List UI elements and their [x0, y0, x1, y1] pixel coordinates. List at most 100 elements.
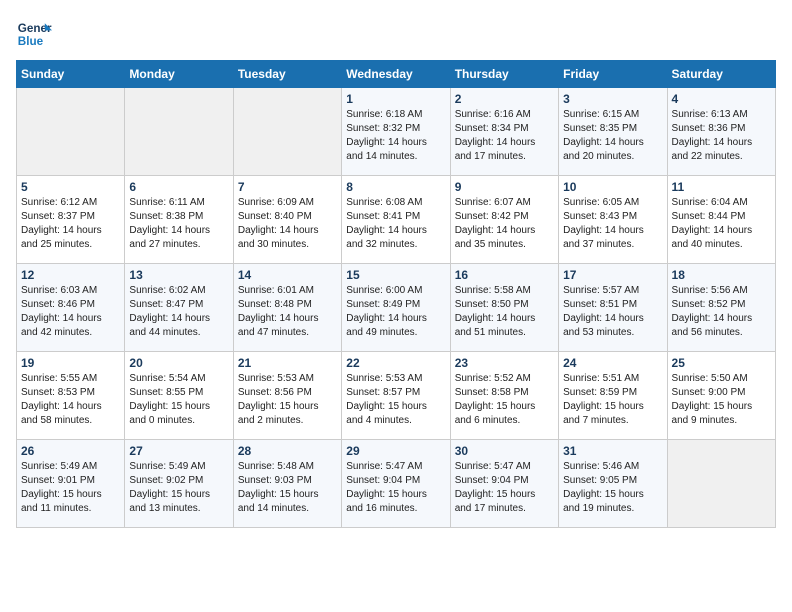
day-number: 4 [672, 92, 771, 106]
calendar-cell: 20 Sunrise: 5:54 AM Sunset: 8:55 PM Dayli… [125, 352, 233, 440]
calendar-cell: 23 Sunrise: 5:52 AM Sunset: 8:58 PM Dayli… [450, 352, 558, 440]
day-number: 14 [238, 268, 337, 282]
calendar-week-2: 5 Sunrise: 6:12 AM Sunset: 8:37 PM Daylig… [17, 176, 776, 264]
day-number: 31 [563, 444, 662, 458]
calendar-cell: 17 Sunrise: 5:57 AM Sunset: 8:51 PM Dayli… [559, 264, 667, 352]
calendar-cell: 11 Sunrise: 6:04 AM Sunset: 8:44 PM Dayli… [667, 176, 775, 264]
calendar-cell: 14 Sunrise: 6:01 AM Sunset: 8:48 PM Dayli… [233, 264, 341, 352]
calendar-cell: 10 Sunrise: 6:05 AM Sunset: 8:43 PM Dayli… [559, 176, 667, 264]
day-info: Sunrise: 5:53 AM Sunset: 8:57 PM Dayligh… [346, 372, 445, 428]
day-info: Sunrise: 6:16 AM Sunset: 8:34 PM Dayligh… [455, 108, 554, 164]
day-info: Sunrise: 6:03 AM Sunset: 8:46 PM Dayligh… [21, 284, 120, 340]
svg-text:Blue: Blue [18, 35, 44, 48]
calendar-cell: 24Sunrise: 5:51 AM Sunset: 8:59 PM Dayli… [559, 352, 667, 440]
day-info: Sunrise: 6:01 AM Sunset: 8:48 PM Dayligh… [238, 284, 337, 340]
day-info: Sunrise: 5:58 AM Sunset: 8:50 PM Dayligh… [455, 284, 554, 340]
calendar-cell: 8 Sunrise: 6:08 AM Sunset: 8:41 PM Daylig… [342, 176, 450, 264]
day-number: 19 [21, 356, 120, 370]
calendar-cell: 25Sunrise: 5:50 AM Sunset: 9:00 PM Dayli… [667, 352, 775, 440]
day-number: 13 [129, 268, 228, 282]
logo-icon: General Blue [16, 16, 52, 52]
day-number: 24 [563, 356, 662, 370]
day-info: Sunrise: 5:56 AM Sunset: 8:52 PM Dayligh… [672, 284, 771, 340]
day-number: 22 [346, 356, 445, 370]
day-info: Sunrise: 6:00 AM Sunset: 8:49 PM Dayligh… [346, 284, 445, 340]
day-info: Sunrise: 6:04 AM Sunset: 8:44 PM Dayligh… [672, 196, 771, 252]
day-info: Sunrise: 5:46 AM Sunset: 9:05 PM Dayligh… [563, 460, 662, 516]
calendar-cell: 3 Sunrise: 6:15 AM Sunset: 8:35 PM Daylig… [559, 88, 667, 176]
calendar-cell: 22 Sunrise: 5:53 AM Sunset: 8:57 PM Dayli… [342, 352, 450, 440]
day-info: Sunrise: 6:15 AM Sunset: 8:35 PM Dayligh… [563, 108, 662, 164]
day-number: 17 [563, 268, 662, 282]
day-number: 11 [672, 180, 771, 194]
day-number: 8 [346, 180, 445, 194]
calendar-cell: 5 Sunrise: 6:12 AM Sunset: 8:37 PM Daylig… [17, 176, 125, 264]
calendar-cell: 21 Sunrise: 5:53 AM Sunset: 8:56 PM Dayli… [233, 352, 341, 440]
day-number: 2 [455, 92, 554, 106]
day-number: 18 [672, 268, 771, 282]
day-number: 20 [129, 356, 228, 370]
day-info: Sunrise: 6:05 AM Sunset: 8:43 PM Dayligh… [563, 196, 662, 252]
calendar-cell: 12Sunrise: 6:03 AM Sunset: 8:46 PM Dayli… [17, 264, 125, 352]
day-number: 29 [346, 444, 445, 458]
day-info: Sunrise: 6:08 AM Sunset: 8:41 PM Dayligh… [346, 196, 445, 252]
day-number: 3 [563, 92, 662, 106]
weekday-header-sunday: Sunday [17, 61, 125, 88]
weekday-header-friday: Friday [559, 61, 667, 88]
calendar-cell [125, 88, 233, 176]
day-number: 16 [455, 268, 554, 282]
day-number: 5 [21, 180, 120, 194]
day-info: Sunrise: 6:02 AM Sunset: 8:47 PM Dayligh… [129, 284, 228, 340]
day-number: 6 [129, 180, 228, 194]
calendar-cell: 19 Sunrise: 5:55 AM Sunset: 8:53 PM Dayli… [17, 352, 125, 440]
day-number: 23 [455, 356, 554, 370]
calendar-cell: 18 Sunrise: 5:56 AM Sunset: 8:52 PM Dayli… [667, 264, 775, 352]
day-info: Sunrise: 5:55 AM Sunset: 8:53 PM Dayligh… [21, 372, 120, 428]
day-info: Sunrise: 5:52 AM Sunset: 8:58 PM Dayligh… [455, 372, 554, 428]
day-info: Sunrise: 6:07 AM Sunset: 8:42 PM Dayligh… [455, 196, 554, 252]
calendar-header: SundayMondayTuesdayWednesdayThursdayFrid… [17, 61, 776, 88]
calendar-cell: 15Sunrise: 6:00 AM Sunset: 8:49 PM Dayli… [342, 264, 450, 352]
day-info: Sunrise: 5:47 AM Sunset: 9:04 PM Dayligh… [455, 460, 554, 516]
day-number: 21 [238, 356, 337, 370]
calendar-table: SundayMondayTuesdayWednesdayThursdayFrid… [16, 60, 776, 528]
day-number: 30 [455, 444, 554, 458]
calendar-week-5: 26Sunrise: 5:49 AM Sunset: 9:01 PM Dayli… [17, 440, 776, 528]
day-info: Sunrise: 5:54 AM Sunset: 8:55 PM Dayligh… [129, 372, 228, 428]
calendar-cell [17, 88, 125, 176]
calendar-week-4: 19 Sunrise: 5:55 AM Sunset: 8:53 PM Dayli… [17, 352, 776, 440]
day-info: Sunrise: 5:48 AM Sunset: 9:03 PM Dayligh… [238, 460, 337, 516]
calendar-cell [667, 440, 775, 528]
calendar-cell: 4 Sunrise: 6:13 AM Sunset: 8:36 PM Daylig… [667, 88, 775, 176]
calendar-week-3: 12Sunrise: 6:03 AM Sunset: 8:46 PM Dayli… [17, 264, 776, 352]
day-info: Sunrise: 5:53 AM Sunset: 8:56 PM Dayligh… [238, 372, 337, 428]
calendar-cell: 2 Sunrise: 6:16 AM Sunset: 8:34 PM Daylig… [450, 88, 558, 176]
calendar-cell: 29 Sunrise: 5:47 AM Sunset: 9:04 PM Dayli… [342, 440, 450, 528]
logo: General Blue [16, 16, 52, 52]
day-number: 25 [672, 356, 771, 370]
day-number: 10 [563, 180, 662, 194]
day-info: Sunrise: 5:47 AM Sunset: 9:04 PM Dayligh… [346, 460, 445, 516]
weekday-header-monday: Monday [125, 61, 233, 88]
calendar-cell: 1 Sunrise: 6:18 AM Sunset: 8:32 PM Daylig… [342, 88, 450, 176]
day-info: Sunrise: 6:12 AM Sunset: 8:37 PM Dayligh… [21, 196, 120, 252]
day-info: Sunrise: 6:09 AM Sunset: 8:40 PM Dayligh… [238, 196, 337, 252]
weekday-header-wednesday: Wednesday [342, 61, 450, 88]
day-number: 1 [346, 92, 445, 106]
day-info: Sunrise: 5:49 AM Sunset: 9:01 PM Dayligh… [21, 460, 120, 516]
calendar-cell: 13 Sunrise: 6:02 AM Sunset: 8:47 PM Dayli… [125, 264, 233, 352]
calendar-week-1: 1 Sunrise: 6:18 AM Sunset: 8:32 PM Daylig… [17, 88, 776, 176]
day-info: Sunrise: 5:57 AM Sunset: 8:51 PM Dayligh… [563, 284, 662, 340]
day-info: Sunrise: 6:18 AM Sunset: 8:32 PM Dayligh… [346, 108, 445, 164]
day-info: Sunrise: 5:49 AM Sunset: 9:02 PM Dayligh… [129, 460, 228, 516]
calendar-cell [233, 88, 341, 176]
day-info: Sunrise: 6:13 AM Sunset: 8:36 PM Dayligh… [672, 108, 771, 164]
weekday-header-thursday: Thursday [450, 61, 558, 88]
calendar-cell: 7Sunrise: 6:09 AM Sunset: 8:40 PM Daylig… [233, 176, 341, 264]
calendar-cell: 9Sunrise: 6:07 AM Sunset: 8:42 PM Daylig… [450, 176, 558, 264]
page-header: General Blue [16, 16, 776, 52]
calendar-cell: 26Sunrise: 5:49 AM Sunset: 9:01 PM Dayli… [17, 440, 125, 528]
calendar-cell: 28Sunrise: 5:48 AM Sunset: 9:03 PM Dayli… [233, 440, 341, 528]
calendar-cell: 16 Sunrise: 5:58 AM Sunset: 8:50 PM Dayli… [450, 264, 558, 352]
calendar-cell: 31 Sunrise: 5:46 AM Sunset: 9:05 PM Dayli… [559, 440, 667, 528]
